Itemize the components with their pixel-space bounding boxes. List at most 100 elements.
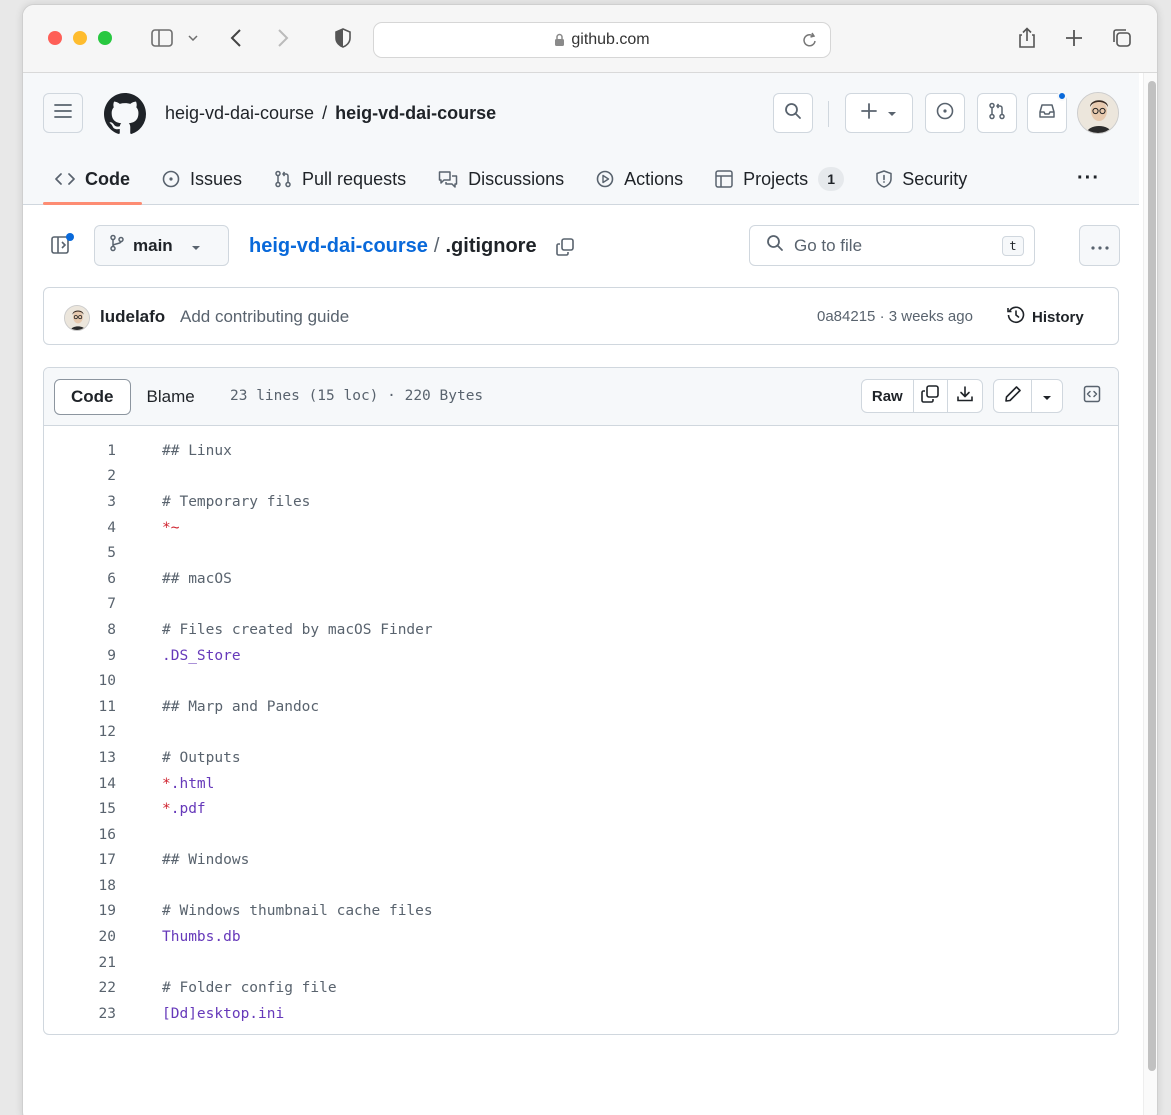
code-line: 20 Thumbs.db [44, 924, 1118, 950]
address-bar[interactable]: github.com [373, 22, 831, 58]
line-number[interactable]: 5 [44, 545, 116, 561]
issues-button[interactable] [925, 93, 965, 133]
reload-icon[interactable] [802, 31, 818, 49]
line-number[interactable]: 6 [44, 571, 116, 587]
line-number[interactable]: 9 [44, 648, 116, 664]
symbols-panel-button[interactable] [1075, 379, 1109, 413]
zoom-window-button[interactable] [98, 31, 112, 45]
discussion-icon [438, 170, 458, 188]
line-number[interactable]: 8 [44, 622, 116, 638]
caret-down-icon [887, 104, 897, 122]
line-number[interactable]: 7 [44, 596, 116, 612]
tab-overview-icon[interactable] [1111, 23, 1133, 53]
line-number[interactable]: 21 [44, 955, 116, 971]
more-tabs-button[interactable]: ··· [1077, 167, 1100, 190]
file-tree-toggle-icon[interactable] [51, 233, 75, 260]
repo-name-link[interactable]: heig-vd-dai-course [335, 103, 496, 124]
tab-projects[interactable]: Projects 1 [711, 159, 848, 199]
new-tab-icon[interactable] [1063, 23, 1085, 53]
share-icon[interactable] [1016, 23, 1038, 53]
line-number[interactable]: 15 [44, 801, 116, 817]
more-options-button[interactable] [1079, 225, 1120, 266]
back-icon[interactable] [226, 23, 246, 53]
shield-icon [876, 170, 892, 188]
privacy-shield-icon[interactable] [333, 23, 353, 53]
tab-issues[interactable]: Issues [158, 159, 246, 199]
chevron-down-icon[interactable] [185, 23, 201, 53]
raw-button[interactable]: Raw [862, 380, 914, 412]
line-number[interactable]: 18 [44, 878, 116, 894]
line-number[interactable]: 1 [44, 443, 116, 459]
line-content: *.pdf [162, 801, 206, 817]
line-content: Thumbs.db [162, 929, 241, 946]
download-icon [956, 385, 974, 407]
line-content: # Files created by macOS Finder [162, 621, 433, 638]
tab-code[interactable]: Code [43, 159, 142, 205]
commit-message[interactable]: Add contributing guide [180, 307, 349, 327]
line-number[interactable]: 23 [44, 1006, 116, 1022]
browser-window: github.com heig-vd-dai-course / heig-vd-… [22, 4, 1158, 1115]
edit-options-button[interactable] [1032, 380, 1062, 412]
code-body[interactable]: 1 ## Linux 2 3 # Temporary files 4 *~ 5 6 ## macO… [44, 426, 1118, 1027]
line-number[interactable]: 4 [44, 520, 116, 536]
hamburger-icon [54, 103, 72, 123]
minimize-window-button[interactable] [73, 31, 87, 45]
sidebar-icon[interactable] [147, 23, 177, 53]
search-button[interactable] [773, 93, 813, 133]
create-new-button[interactable] [845, 93, 913, 133]
menu-button[interactable] [43, 93, 83, 133]
commit-author-avatar[interactable] [64, 305, 90, 331]
download-raw-button[interactable] [948, 380, 982, 412]
commit-author[interactable]: ludelafo [100, 307, 165, 327]
line-content: *.html [162, 776, 214, 792]
go-to-file-input[interactable]: Go to file t [749, 225, 1035, 266]
code-view-button[interactable]: Code [54, 379, 131, 415]
user-avatar[interactable] [1077, 92, 1119, 134]
code-line: 9 .DS_Store [44, 643, 1118, 669]
copy-raw-button[interactable] [914, 380, 949, 412]
commit-meta[interactable]: 0a84215 · 3 weeks ago [817, 308, 973, 325]
copy-path-icon[interactable] [555, 237, 575, 257]
repo-path: heig-vd-dai-course / heig-vd-dai-course [165, 103, 496, 124]
forward-icon[interactable] [273, 23, 293, 53]
line-number[interactable]: 17 [44, 852, 116, 868]
history-icon [1006, 305, 1026, 329]
code-viewer-header: Code Blame 23 lines (15 loc) · 220 Bytes… [44, 368, 1118, 426]
line-content: .DS_Store [162, 647, 241, 664]
line-number[interactable]: 12 [44, 724, 116, 740]
history-button[interactable]: History [1006, 305, 1084, 329]
line-number[interactable]: 11 [44, 699, 116, 715]
code-line: 2 [44, 464, 1118, 490]
tab-discussions[interactable]: Discussions [434, 159, 568, 199]
page-scrollbar[interactable] [1143, 73, 1157, 1115]
breadcrumb-repo-link[interactable]: heig-vd-dai-course [249, 235, 428, 258]
code-line: 6 ## macOS [44, 566, 1118, 592]
line-number[interactable]: 16 [44, 827, 116, 843]
pull-requests-button[interactable] [977, 93, 1017, 133]
play-icon [596, 170, 614, 188]
tab-security[interactable]: Security [872, 159, 971, 199]
line-number[interactable]: 3 [44, 494, 116, 510]
line-number[interactable]: 19 [44, 903, 116, 919]
line-number[interactable]: 2 [44, 468, 116, 484]
blame-view-button[interactable]: Blame [131, 379, 211, 415]
line-number[interactable]: 14 [44, 776, 116, 792]
raw-copy-download-group: Raw [861, 379, 983, 413]
line-number[interactable]: 22 [44, 980, 116, 996]
line-number[interactable]: 20 [44, 929, 116, 945]
line-content: # Windows thumbnail cache files [162, 903, 433, 920]
tab-pull-requests[interactable]: Pull requests [270, 159, 410, 199]
branch-selector-button[interactable]: main [94, 225, 229, 266]
close-window-button[interactable] [48, 31, 62, 45]
scrollbar-thumb[interactable] [1148, 81, 1156, 1071]
repo-owner-link[interactable]: heig-vd-dai-course [165, 103, 314, 124]
issue-icon [936, 102, 954, 125]
projects-counter: 1 [818, 167, 845, 191]
line-number[interactable]: 13 [44, 750, 116, 766]
code-line: 17 ## Windows [44, 848, 1118, 874]
github-logo-icon[interactable] [104, 93, 146, 135]
line-number[interactable]: 10 [44, 673, 116, 689]
edit-file-button[interactable] [994, 380, 1032, 412]
tab-actions[interactable]: Actions [592, 159, 687, 199]
code-line: 7 [44, 592, 1118, 618]
